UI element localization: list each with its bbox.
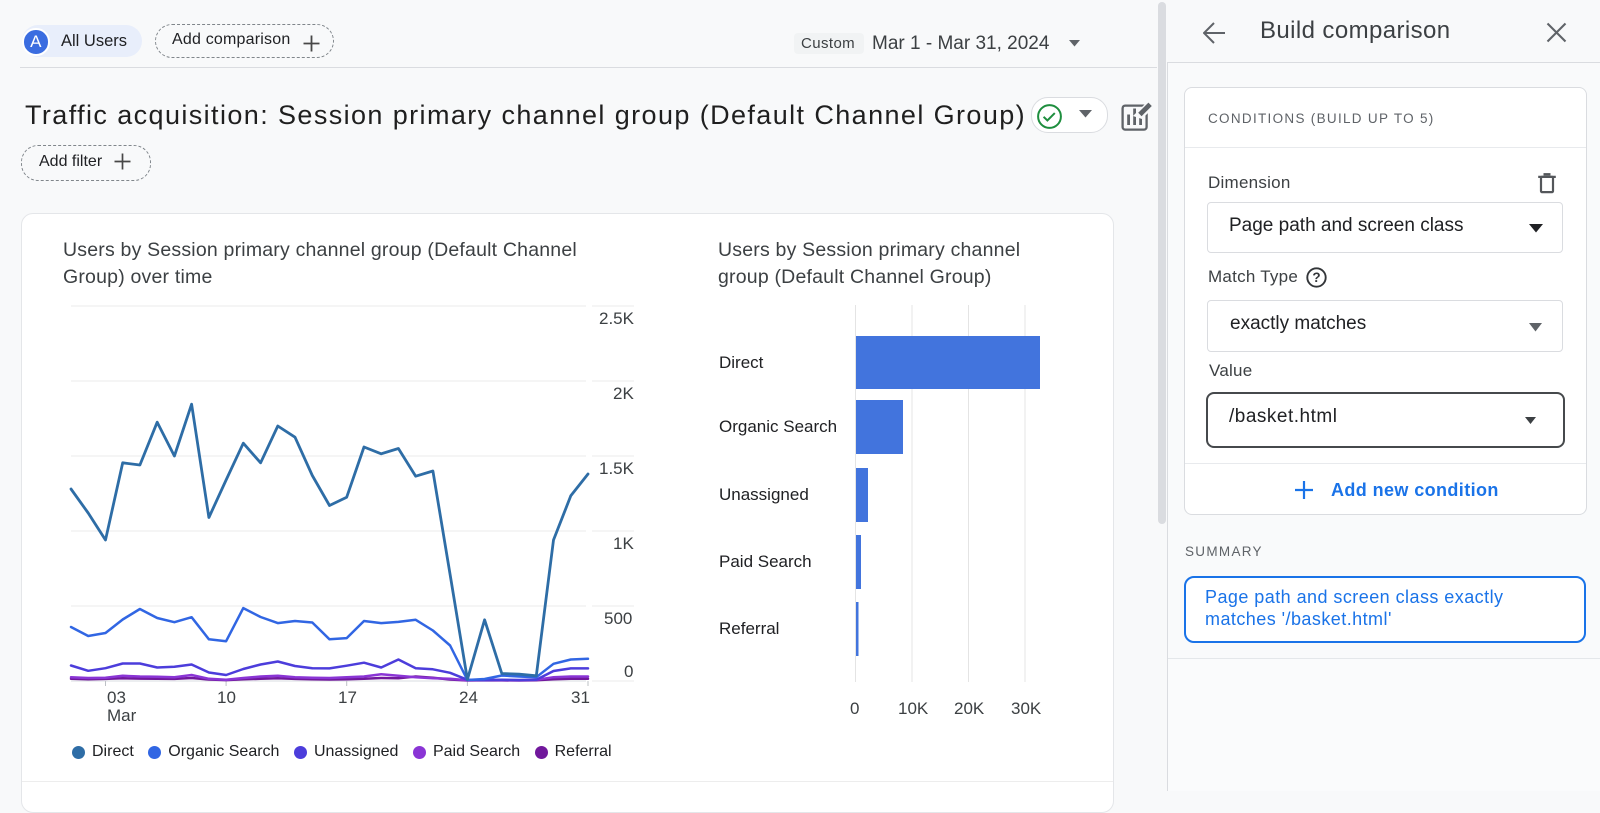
svg-text:?: ?	[1312, 270, 1320, 285]
